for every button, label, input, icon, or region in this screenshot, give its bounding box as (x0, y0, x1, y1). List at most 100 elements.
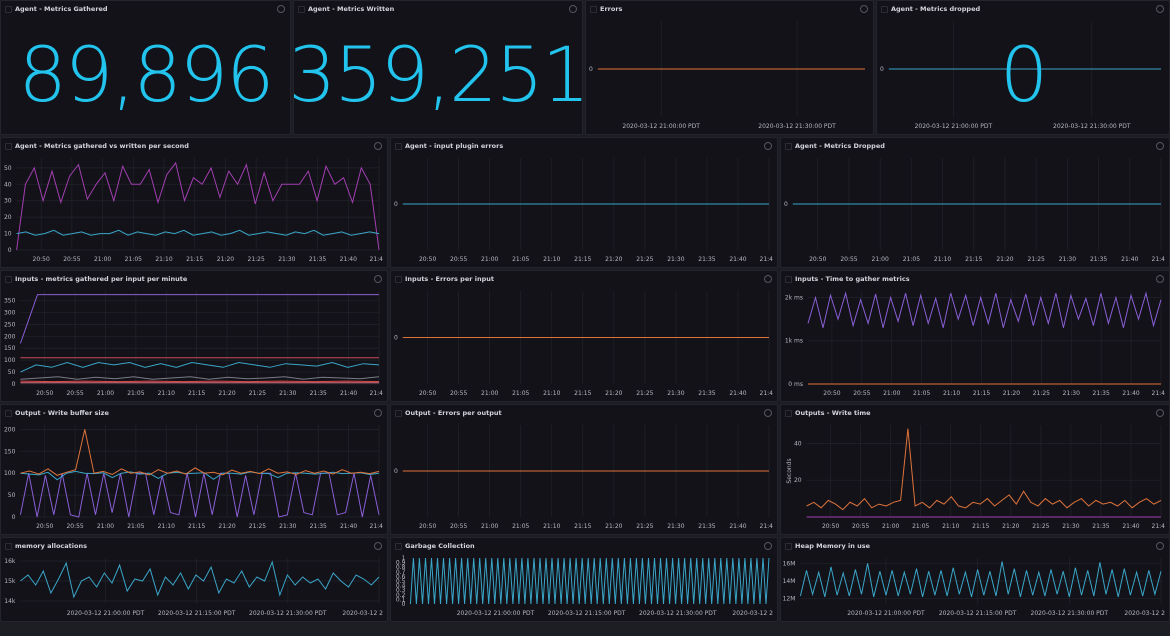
x-tick-label: 21:00 (481, 256, 498, 263)
gear-icon[interactable] (374, 275, 382, 283)
gear-icon[interactable] (1156, 542, 1164, 550)
drag-handle[interactable] (5, 6, 12, 13)
y-tick-label: 0 ms (788, 381, 803, 388)
drag-handle[interactable] (881, 6, 888, 13)
x-tick-label: 2020-03-12 21:15:00 PDT (939, 610, 1017, 617)
gear-icon[interactable] (277, 5, 285, 13)
drag-handle[interactable] (5, 143, 12, 150)
series-line-1 (16, 229, 380, 236)
x-tick-label: 2020-03-12 21:30:00 PDT (1053, 123, 1131, 130)
panel-title: memory allocations (15, 542, 87, 550)
x-tick-label: 21:05 (512, 390, 529, 397)
chart-svg: 0 2020-03-12 21:00:00 PDT 2020-03-12 21:30… (589, 21, 865, 130)
drag-handle[interactable] (5, 276, 12, 283)
x-tick-label: 21:20 (217, 256, 234, 263)
panel-title: Output - Errors per output (405, 409, 502, 417)
chart-svg: 20 40 20:50 20:55 21:00 21:05 21:10 21:15 21:20 2… (786, 425, 1165, 530)
y-tick-label: 100 (4, 357, 16, 364)
y-tick-label: 50 (8, 369, 16, 376)
drag-handle[interactable] (395, 410, 402, 417)
drag-handle[interactable] (785, 143, 792, 150)
x-tick-label: 21:20 (605, 256, 622, 263)
gear-icon[interactable] (374, 542, 382, 550)
x-tick-label: 21:10 (943, 390, 960, 397)
x-tick-label: 21:25 (249, 390, 266, 397)
drag-handle[interactable] (785, 410, 792, 417)
drag-handle[interactable] (785, 543, 792, 550)
single-stat-value: 359,251 (293, 30, 583, 119)
x-tick-label: 21:10 (155, 256, 172, 263)
memory-allocations-chart: 14k 15k 16k 2020-03-12 21:00:00 PDT 2020-03-… (1, 538, 387, 621)
gear-icon[interactable] (374, 142, 382, 150)
gear-icon[interactable] (860, 5, 868, 13)
x-tick-label: 21:15 (574, 256, 591, 263)
x-tick-label: 21:10 (158, 390, 175, 397)
x-tick-label: 21:10 (543, 390, 560, 397)
x-tick-label: 21:4 (760, 256, 774, 263)
x-tick-label: 2020-03-12 21:00:00 PDT (622, 123, 700, 130)
y-tick-label: 350 (4, 298, 16, 305)
y-tick-label: 20 (4, 214, 12, 221)
panel-title: Agent - Metrics Dropped (795, 142, 885, 150)
x-tick-label: 21:35 (309, 256, 326, 263)
drag-handle[interactable] (5, 410, 12, 417)
y-tick-label: 1 (402, 555, 406, 562)
y-tick-label: 14k (4, 598, 16, 605)
panel-gathered-vs-written: 0 10 20 30 40 50 20:50 20:55 21:00 21:05 21:10 21:1… (0, 137, 388, 268)
panel-title: Garbage Collection (405, 542, 475, 550)
x-tick-label: 20:55 (66, 390, 83, 397)
gear-icon[interactable] (764, 275, 772, 283)
drag-handle[interactable] (395, 276, 402, 283)
drag-handle[interactable] (395, 543, 402, 550)
gear-icon[interactable] (764, 542, 772, 550)
panel-title: Agent - Metrics Gathered (15, 5, 108, 13)
drag-handle[interactable] (590, 6, 597, 13)
panel-title: Agent - Metrics gathered vs written per … (15, 142, 189, 150)
y-tick-label: 0 (394, 201, 398, 208)
drag-handle[interactable] (785, 276, 792, 283)
chart-svg: 0 50 100 150 200 20:50 20:55 21:00 21:05 21:10 21:… (4, 425, 383, 530)
x-tick-label: 21:25 (636, 390, 653, 397)
panel-time-to-gather: 0 ms 1k ms 2k ms 20:50 20:55 21:00 21:05 21:10 2… (780, 270, 1170, 402)
garbage-collection-chart: 0 0.1 0.2 0.3 0.4 0.5 0.6 0.7 0.8 0.9 1 2020-03-12 … (391, 538, 777, 621)
x-tick-label: 20:55 (66, 523, 83, 530)
gear-icon[interactable] (1156, 409, 1164, 417)
gear-icon[interactable] (569, 5, 577, 13)
inputs-errors-chart: 0 20:50 20:55 21:00 21:05 21:10 21:15 21:20 21:2… (391, 271, 777, 401)
panel-title: Output - Write buffer size (15, 409, 109, 417)
y-tick-label: 30 (4, 198, 12, 205)
x-tick-label: 20:50 (33, 256, 50, 263)
panel-title: Inputs - Time to gather metrics (795, 275, 910, 283)
y-tick-label: 100 (4, 470, 16, 477)
drag-handle[interactable] (298, 6, 305, 13)
x-tick-label: 21:35 (698, 390, 715, 397)
write-time-chart: 20 40 20:50 20:55 21:00 21:05 21:10 21:15 21:20 2… (781, 405, 1169, 534)
gear-icon[interactable] (374, 409, 382, 417)
gear-icon[interactable] (1156, 142, 1164, 150)
output-errors-chart: 0 20:50 20:55 21:00 21:05 21:10 21:15 21:20 21:2… (391, 405, 777, 534)
y-tick-label: 12M (783, 596, 796, 603)
x-tick-label: 21:10 (543, 523, 560, 530)
x-tick-label: 20:50 (36, 523, 53, 530)
x-tick-label: 21:40 (1122, 390, 1139, 397)
x-tick-label: 21:35 (698, 256, 715, 263)
x-tick-label: 21:35 (698, 523, 715, 530)
x-tick-label: 20:55 (450, 523, 467, 530)
series-line-0 (806, 428, 1162, 511)
x-tick-label: 21:00 (94, 256, 111, 263)
gear-icon[interactable] (764, 142, 772, 150)
y-tick-label: 0 (784, 201, 788, 208)
gear-icon[interactable] (1156, 275, 1164, 283)
x-tick-label: 20:55 (450, 256, 467, 263)
gear-icon[interactable] (764, 409, 772, 417)
x-tick-label: 21:15 (973, 390, 990, 397)
x-tick-label: 21:00 (882, 523, 899, 530)
x-tick-label: 21:40 (729, 390, 746, 397)
x-tick-label: 2020-03-12 21:15:00 PDT (158, 610, 236, 617)
drag-handle[interactable] (395, 143, 402, 150)
panel-write-time: 20 40 20:50 20:55 21:00 21:05 21:10 21:15 21:20 2… (780, 404, 1170, 535)
drag-handle[interactable] (5, 543, 12, 550)
panel-memory-allocations: 14k 15k 16k 2020-03-12 21:00:00 PDT 2020-03-… (0, 537, 388, 622)
y-tick-label: 50 (8, 492, 16, 499)
gear-icon[interactable] (1156, 5, 1164, 13)
